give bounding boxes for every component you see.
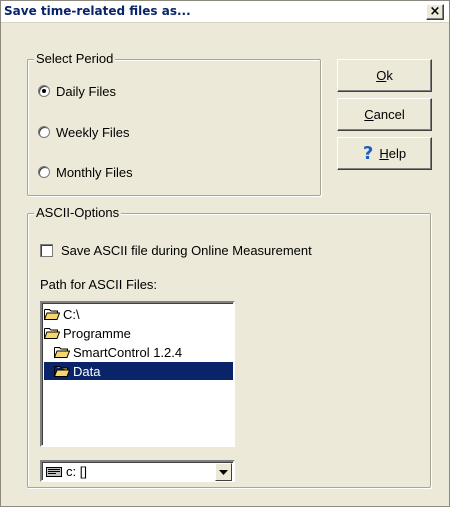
window-title: Save time-related files as...	[4, 4, 191, 18]
monthly-files-radio[interactable]	[38, 166, 50, 178]
select-period-legend: Select Period	[34, 51, 116, 67]
ascii-options-group: ASCII-Options Save ASCII file during Onl…	[27, 205, 431, 488]
open-folder-icon	[54, 347, 70, 358]
dir-item-programme[interactable]: Programme	[44, 324, 131, 342]
dir-label-programme: Programme	[63, 325, 131, 341]
title-bar[interactable]: Save time-related files as... ×	[1, 1, 449, 23]
save-ascii-checkbox[interactable]	[40, 243, 53, 257]
help-label-rest: elp	[388, 146, 407, 161]
help-mnemonic: H	[379, 146, 389, 161]
ok-label-rest: k	[386, 68, 393, 83]
drive-select[interactable]: c: []	[40, 460, 235, 482]
radio-daily-files[interactable]: Daily Files	[38, 82, 116, 100]
daily-files-label: Daily Files	[56, 83, 116, 99]
dir-label-data: Data	[73, 363, 101, 379]
directory-list[interactable]: C:\ Programme SmartControl 1.2.4 Data	[40, 301, 235, 447]
daily-files-radio[interactable]	[38, 85, 50, 97]
ascii-options-legend: ASCII-Options	[34, 205, 122, 221]
dir-label-smartcontrol: SmartControl 1.2.4	[73, 344, 183, 360]
path-label: Path for ASCII Files:	[40, 277, 158, 292]
radio-monthly-files[interactable]: Monthly Files	[38, 163, 133, 181]
drive-dropdown-button[interactable]	[215, 463, 232, 481]
monthly-files-label: Monthly Files	[56, 164, 133, 180]
close-button[interactable]: ×	[426, 4, 444, 20]
dir-label-c-root: C:\	[63, 306, 80, 322]
weekly-files-radio[interactable]	[38, 126, 50, 138]
cancel-label-rest: ancel	[373, 107, 405, 122]
close-icon: ×	[429, 4, 441, 19]
cancel-button[interactable]: Cancel	[337, 98, 432, 131]
select-period-group: Select Period Daily Files Weekly Files M…	[27, 51, 321, 196]
weekly-files-label: Weekly Files	[56, 124, 130, 140]
drive-icon	[46, 467, 62, 477]
dir-item-data[interactable]: Data	[44, 362, 233, 380]
save-ascii-label: Save ASCII file during Online Measuremen…	[61, 242, 312, 258]
ok-button[interactable]: Ok	[337, 59, 432, 92]
radio-weekly-files[interactable]: Weekly Files	[38, 123, 129, 141]
dir-item-smartcontrol[interactable]: SmartControl 1.2.4	[54, 343, 182, 361]
dir-item-c-root[interactable]: C:\	[44, 305, 80, 323]
save-ascii-option[interactable]: Save ASCII file during Online Measuremen…	[40, 241, 312, 259]
open-folder-icon	[54, 366, 70, 377]
save-dialog: Save time-related files as... × Select P…	[0, 0, 450, 507]
help-button[interactable]: ? Help	[337, 137, 432, 170]
cancel-mnemonic: C	[364, 107, 374, 122]
drive-value: c: []	[66, 464, 87, 479]
open-folder-icon	[44, 309, 60, 320]
open-folder-icon	[44, 328, 60, 339]
chevron-down-icon	[219, 469, 228, 475]
question-mark-icon: ?	[362, 142, 374, 164]
ok-mnemonic: O	[376, 68, 387, 83]
